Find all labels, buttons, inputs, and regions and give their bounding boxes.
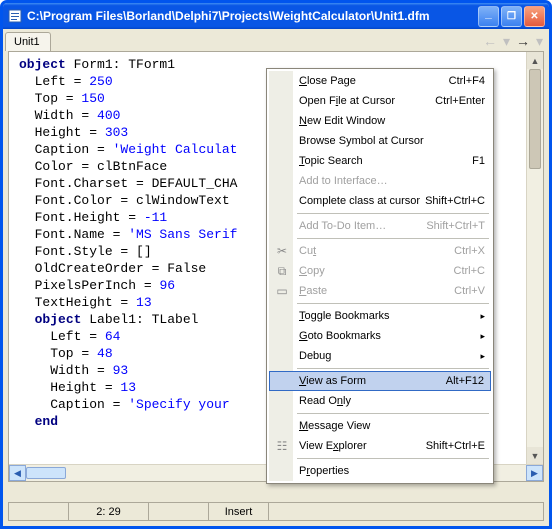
menu-separator xyxy=(297,238,489,239)
chevron-down-icon[interactable]: ▾ xyxy=(536,33,543,50)
menu-topic-search[interactable]: Topic SearchF1 xyxy=(269,151,491,171)
menu-close-page[interactable]: Close PageCtrl+F4 xyxy=(269,71,491,91)
menu-separator xyxy=(297,303,489,304)
status-empty xyxy=(9,503,69,520)
scroll-down-icon[interactable]: ▼ xyxy=(527,447,543,464)
menu-add-todo: Add To-Do Item…Shift+Ctrl+T xyxy=(269,216,491,236)
status-cursor-pos: 2: 29 xyxy=(69,503,149,520)
menu-message-view[interactable]: Message View xyxy=(269,416,491,436)
menu-separator xyxy=(297,458,489,459)
cut-icon: ✂ xyxy=(274,243,290,259)
close-button[interactable] xyxy=(524,6,545,27)
menu-browse-symbol[interactable]: Browse Symbol at Cursor xyxy=(269,131,491,151)
context-menu: Close PageCtrl+F4 Open File at CursorCtr… xyxy=(266,68,494,484)
paste-icon: ▭ xyxy=(274,283,290,299)
explorer-icon: ☷ xyxy=(274,438,290,454)
nav-arrows: ← ▾ → ▾ xyxy=(483,33,543,50)
menu-paste: ▭PasteCtrl+V xyxy=(269,281,491,301)
menu-separator xyxy=(297,213,489,214)
maximize-button[interactable] xyxy=(501,6,522,27)
nav-forward-icon[interactable]: → xyxy=(516,33,530,50)
app-icon xyxy=(7,8,23,24)
chevron-down-icon[interactable]: ▾ xyxy=(503,33,510,50)
scroll-up-icon[interactable]: ▲ xyxy=(527,52,543,69)
editor-tabstrip: Unit1 ← ▾ → ▾ xyxy=(3,29,549,51)
scroll-thumb[interactable] xyxy=(26,467,66,479)
menu-goto-bookmarks[interactable]: Goto Bookmarks▸ xyxy=(269,326,491,346)
nav-back-icon[interactable]: ← xyxy=(483,33,497,50)
minimize-button[interactable] xyxy=(478,6,499,27)
menu-new-edit-window[interactable]: New Edit Window xyxy=(269,111,491,131)
menu-separator xyxy=(297,368,489,369)
scroll-right-icon[interactable]: ▶ xyxy=(526,465,543,481)
submenu-arrow-icon: ▸ xyxy=(480,331,485,342)
scroll-left-icon[interactable]: ◀ xyxy=(9,465,26,481)
submenu-arrow-icon: ▸ xyxy=(480,311,485,322)
status-modified xyxy=(149,503,209,520)
menu-view-explorer[interactable]: ☷View ExplorerShift+Ctrl+E xyxy=(269,436,491,456)
status-rest xyxy=(269,503,543,520)
titlebar[interactable]: C:\Program Files\Borland\Delphi7\Project… xyxy=(3,3,549,29)
menu-copy: ⧉CopyCtrl+C xyxy=(269,261,491,281)
app-window: C:\Program Files\Borland\Delphi7\Project… xyxy=(0,0,552,529)
statusbar: 2: 29 Insert xyxy=(8,502,544,521)
menu-debug[interactable]: Debug▸ xyxy=(269,346,491,366)
tab-unit1[interactable]: Unit1 xyxy=(5,32,51,51)
window-title: C:\Program Files\Borland\Delphi7\Project… xyxy=(27,9,478,23)
menu-add-to-interface: Add to Interface… xyxy=(269,171,491,191)
menu-view-as-form[interactable]: View as FormAlt+F12 xyxy=(269,371,491,391)
menu-cut: ✂CutCtrl+X xyxy=(269,241,491,261)
menu-toggle-bookmarks[interactable]: Toggle Bookmarks▸ xyxy=(269,306,491,326)
menu-open-file-at-cursor[interactable]: Open File at CursorCtrl+Enter xyxy=(269,91,491,111)
menu-separator xyxy=(297,413,489,414)
vertical-scrollbar[interactable]: ▲ ▼ xyxy=(526,52,543,464)
scroll-thumb[interactable] xyxy=(529,69,541,169)
submenu-arrow-icon: ▸ xyxy=(480,351,485,362)
copy-icon: ⧉ xyxy=(274,263,290,279)
status-insert-mode: Insert xyxy=(209,503,269,520)
window-controls xyxy=(478,6,545,27)
menu-properties[interactable]: Properties xyxy=(269,461,491,481)
menu-complete-class[interactable]: Complete class at cursorShift+Ctrl+C xyxy=(269,191,491,211)
menu-read-only[interactable]: Read Only xyxy=(269,391,491,411)
